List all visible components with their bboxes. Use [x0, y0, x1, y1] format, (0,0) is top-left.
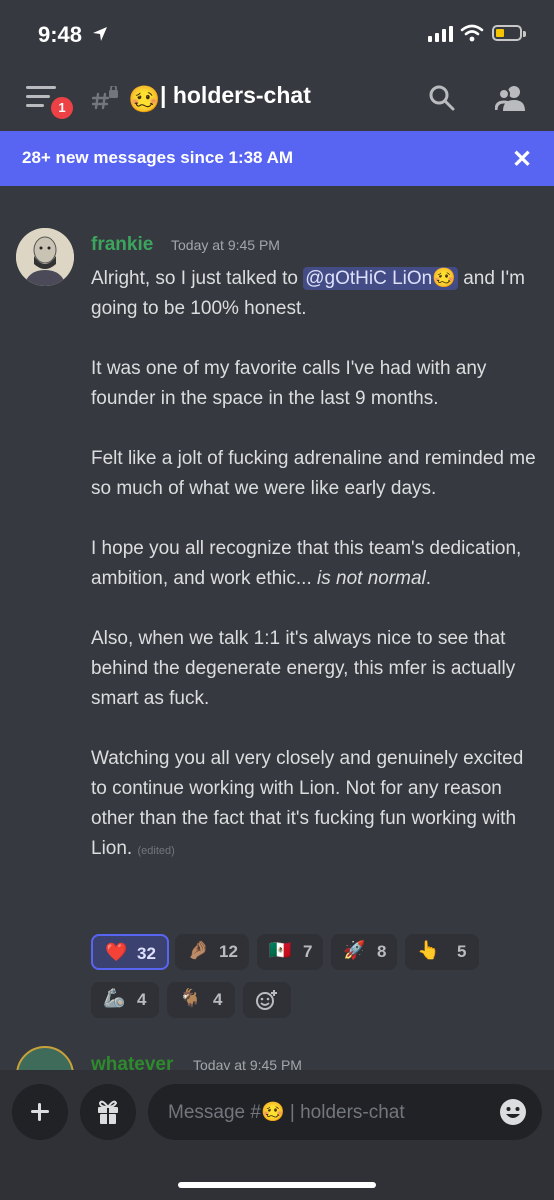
add-reaction-icon [256, 990, 277, 1010]
search-icon[interactable] [428, 84, 456, 112]
message-input-placeholder: Message #🥴 | holders-chat [168, 1102, 405, 1123]
emoji-icon[interactable] [498, 1097, 528, 1127]
message-paragraph: Also, when we talk 1:1 it's always nice … [91, 628, 516, 709]
message-timestamp: Today at 9:45 PM [171, 237, 280, 253]
reaction-goat[interactable]: 🐐 4 [167, 982, 235, 1018]
reaction-mexico-flag[interactable]: 🇲🇽 7 [257, 934, 323, 970]
reaction-point-up[interactable]: 👆 5 [405, 934, 479, 970]
new-messages-banner[interactable]: 28+ new messages since 1:38 AM ✕ [0, 131, 554, 186]
wifi-icon [460, 24, 484, 42]
reaction-pinched-fingers[interactable]: 🤌🏽 12 [175, 934, 249, 970]
status-bar: 9:48 [0, 0, 554, 66]
edited-label: (edited) [137, 845, 175, 857]
locked-channel-icon [92, 86, 118, 110]
notification-badge: 1 [48, 94, 76, 122]
message-paragraph: I hope you all recognize that this team'… [91, 538, 522, 589]
gift-button[interactable] [80, 1084, 136, 1140]
gift-icon [98, 1100, 118, 1124]
new-messages-text: 28+ new messages since 1:38 AM [22, 148, 294, 167]
battery-icon [492, 25, 526, 41]
channel-header: 1 🥴 | holders-chat [0, 66, 554, 130]
message-paragraph: Alright, so I just talked to @gOtHiC LiO… [91, 267, 525, 319]
location-arrow-icon [93, 27, 107, 41]
message-input[interactable]: Message #🥴 | holders-chat [148, 1084, 542, 1140]
message-author[interactable]: frankie [91, 234, 153, 256]
message-paragraph: Felt like a jolt of fucking adrenaline a… [91, 448, 536, 499]
message-paragraph: Watching you all very closely and genuin… [91, 748, 524, 859]
channel-title: | holders-chat [160, 82, 311, 108]
close-icon[interactable]: ✕ [512, 145, 532, 174]
user-mention[interactable]: @gOtHiC LiOn🥴 [303, 267, 458, 290]
message-paragraph: It was one of my favorite calls I've had… [91, 358, 487, 409]
signal-icon [428, 26, 453, 42]
reaction-rocket[interactable]: 🚀 8 [331, 934, 397, 970]
message-composer: Message #🥴 | holders-chat [0, 1070, 554, 1200]
avatar[interactable] [16, 228, 74, 286]
add-reaction-button[interactable] [243, 982, 291, 1018]
message-body: Alright, so I just talked to @gOtHiC LiO… [91, 264, 541, 896]
plus-icon[interactable] [12, 1084, 68, 1140]
channel-emoji: 🥴 [128, 84, 161, 114]
reaction-heart[interactable]: ❤️ 32 [91, 934, 169, 970]
reaction-muscle[interactable]: 🦾 4 [91, 982, 159, 1018]
status-time: 9:48 [38, 22, 83, 47]
members-icon[interactable] [495, 84, 527, 112]
home-indicator[interactable] [178, 1182, 376, 1188]
